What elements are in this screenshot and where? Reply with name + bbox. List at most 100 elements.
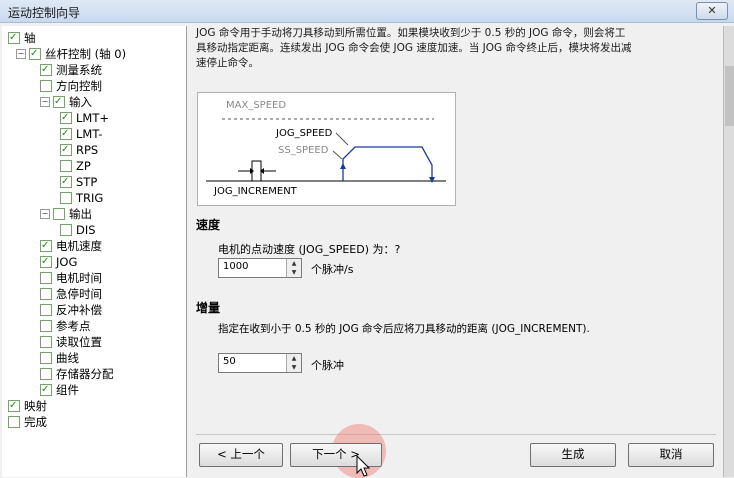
speed-prompt: 电机的点动速度 (JOG_SPEED) 为：? bbox=[218, 243, 401, 256]
unchecked-checkbox-icon[interactable] bbox=[40, 272, 52, 284]
tree-item-label: 电机速度 bbox=[56, 239, 102, 253]
previous-button[interactable]: < 上一个 bbox=[199, 443, 283, 467]
tree-item-label: TRIG bbox=[76, 191, 104, 205]
tree-item-direction[interactable]: 方向控制 bbox=[40, 78, 102, 94]
increment-prompt: 指定在收到小于 0.5 秒的 JOG 命令后应将刀具移动的距离 (JOG_INC… bbox=[218, 323, 590, 335]
jog-speed-stepper[interactable]: 1000 ▲ ▼ bbox=[218, 258, 302, 278]
close-button[interactable]: ✕ bbox=[696, 2, 728, 20]
tree-item-component[interactable]: 组件 bbox=[40, 382, 79, 398]
tree-item-label: 方向控制 bbox=[56, 79, 102, 93]
stepper-arrows-icon[interactable]: ▲ ▼ bbox=[286, 354, 301, 372]
jog-stop-arrowhead bbox=[429, 177, 435, 183]
tree-item-mapping[interactable]: 映射 bbox=[8, 398, 47, 414]
unchecked-checkbox-icon[interactable] bbox=[40, 80, 52, 92]
unchecked-checkbox-icon[interactable] bbox=[60, 192, 72, 204]
checked-checkbox-icon[interactable] bbox=[60, 174, 72, 190]
tree-item-memalloc[interactable]: 存储器分配 bbox=[40, 366, 114, 382]
tree-item-axis[interactable]: 轴 bbox=[8, 30, 36, 46]
tree-item-label: 轴 bbox=[24, 31, 36, 45]
tree-item-label: 读取位置 bbox=[56, 335, 102, 349]
description-line: 速停止命令。 bbox=[196, 57, 259, 69]
checked-checkbox-icon[interactable] bbox=[40, 238, 52, 254]
cancel-button[interactable]: 取消 bbox=[628, 443, 714, 467]
tree-item-stp[interactable]: STP bbox=[60, 174, 97, 190]
tree-item-label: LMT- bbox=[76, 127, 103, 141]
description-line: JOG 命令用于手动将刀具移动到所需位置。如果模块收到少于 0.5 秒的 JOG… bbox=[196, 27, 626, 39]
tree-item-measure[interactable]: 测量系统 bbox=[40, 62, 102, 78]
tree-item-estop[interactable]: 急停时间 bbox=[40, 286, 102, 302]
unchecked-checkbox-icon[interactable] bbox=[40, 304, 52, 316]
tree-item-backlash[interactable]: 反冲补偿 bbox=[40, 302, 102, 318]
checked-checkbox-icon[interactable] bbox=[8, 30, 20, 46]
increment-unit: 个脉冲 bbox=[311, 359, 344, 372]
checked-checkbox-icon[interactable] bbox=[8, 398, 20, 414]
tree-item-label: 参考点 bbox=[56, 319, 91, 333]
stepper-arrows-icon[interactable]: ▲ ▼ bbox=[286, 259, 301, 277]
checked-checkbox-icon[interactable] bbox=[60, 110, 72, 126]
jog-speed-diagram: MAX_SPEED JOG_SPEED SS_SPEED JOG_INCREME… bbox=[197, 92, 456, 206]
checked-checkbox-icon[interactable] bbox=[40, 254, 52, 270]
tree-item-label: STP bbox=[76, 175, 98, 189]
tree-item-lmtm[interactable]: LMT- bbox=[60, 126, 102, 142]
jog-increment-label: JOG_INCREMENT bbox=[213, 186, 298, 197]
tree-item-jog[interactable]: JOG bbox=[40, 254, 77, 270]
speed-unit: 个脉冲/s bbox=[311, 263, 354, 276]
tree-item-label: 存储器分配 bbox=[56, 367, 114, 381]
unchecked-checkbox-icon[interactable] bbox=[53, 208, 65, 220]
tree-item-motorspeed[interactable]: 电机速度 bbox=[40, 238, 102, 254]
jog-description: JOG 命令用于手动将刀具移动到所需位置。如果模块收到少于 0.5 秒的 JOG… bbox=[196, 26, 696, 71]
tree-item-dis[interactable]: DIS bbox=[60, 222, 96, 238]
wizard-navigation-tree: 轴−丝杆控制 (轴 0)测量系统方向控制−输入LMT+LMT-RPSZPSTP T… bbox=[2, 26, 187, 477]
tree-item-label: 反冲补偿 bbox=[56, 303, 102, 317]
collapse-toggle-icon[interactable]: − bbox=[16, 49, 26, 59]
checked-checkbox-icon[interactable] bbox=[29, 46, 41, 62]
mouse-pointer-icon bbox=[356, 455, 370, 477]
tree-item-zp[interactable]: ZP bbox=[60, 158, 91, 174]
tree-item-label: 完成 bbox=[24, 415, 47, 429]
unchecked-checkbox-icon[interactable] bbox=[40, 352, 52, 364]
scrollbar-thumb[interactable] bbox=[725, 66, 734, 126]
tree-item-readpos[interactable]: 读取位置 bbox=[40, 334, 102, 350]
collapse-toggle-icon[interactable]: − bbox=[40, 97, 50, 107]
tree-item-screw[interactable]: − 丝杆控制 (轴 0) bbox=[16, 46, 126, 62]
tree-item-label: 组件 bbox=[56, 383, 79, 397]
collapse-toggle-icon[interactable]: − bbox=[40, 209, 50, 219]
tree-item-label: 映射 bbox=[24, 399, 47, 413]
checked-checkbox-icon[interactable] bbox=[53, 94, 65, 110]
jog-increment-stepper[interactable]: 50 ▲ ▼ bbox=[218, 353, 302, 373]
tree-item-label: 电机时间 bbox=[56, 271, 102, 285]
tree-item-curve[interactable]: 曲线 bbox=[40, 350, 79, 366]
unchecked-checkbox-icon[interactable] bbox=[40, 288, 52, 300]
tree-item-refpoint[interactable]: 参考点 bbox=[40, 318, 91, 334]
vertical-scrollbar[interactable] bbox=[723, 26, 734, 477]
unchecked-checkbox-icon[interactable] bbox=[60, 160, 72, 172]
tree-item-finish[interactable]: 完成 bbox=[8, 414, 47, 430]
jog-speed-label: JOG_SPEED bbox=[275, 128, 333, 139]
jog-increment-value[interactable]: 50 bbox=[223, 356, 236, 367]
unchecked-checkbox-icon[interactable] bbox=[40, 336, 52, 348]
tree-item-rps[interactable]: RPS bbox=[60, 142, 98, 158]
unchecked-checkbox-icon[interactable] bbox=[8, 416, 20, 428]
tree-item-label: JOG bbox=[56, 255, 78, 269]
jog-speed-pointer bbox=[335, 132, 349, 146]
tree-item-output[interactable]: − 输出 bbox=[40, 206, 92, 222]
tree-item-trig[interactable]: TRIG bbox=[60, 190, 103, 206]
jog-speed-value[interactable]: 1000 bbox=[223, 261, 248, 272]
tree-item-label: 急停时间 bbox=[56, 287, 102, 301]
tree-item-input[interactable]: − 输入 bbox=[40, 94, 92, 110]
checked-checkbox-icon[interactable] bbox=[40, 382, 52, 398]
tree-item-motortime[interactable]: 电机时间 bbox=[40, 270, 102, 286]
unchecked-checkbox-icon[interactable] bbox=[40, 320, 52, 332]
speed-heading: 速度 bbox=[196, 218, 221, 232]
tree-item-lmtp[interactable]: LMT+ bbox=[60, 110, 109, 126]
title-bar: 运动控制向导 ✕ bbox=[0, 0, 734, 23]
checked-checkbox-icon[interactable] bbox=[40, 62, 52, 78]
checked-checkbox-icon[interactable] bbox=[60, 126, 72, 142]
jog-speed-profile bbox=[342, 146, 433, 181]
unchecked-checkbox-icon[interactable] bbox=[40, 368, 52, 380]
unchecked-checkbox-icon[interactable] bbox=[60, 224, 72, 236]
generate-button[interactable]: 生成 bbox=[530, 443, 616, 467]
tree-item-label: 测量系统 bbox=[56, 63, 102, 77]
max-speed-label: MAX_SPEED bbox=[226, 100, 286, 111]
checked-checkbox-icon[interactable] bbox=[60, 142, 72, 158]
